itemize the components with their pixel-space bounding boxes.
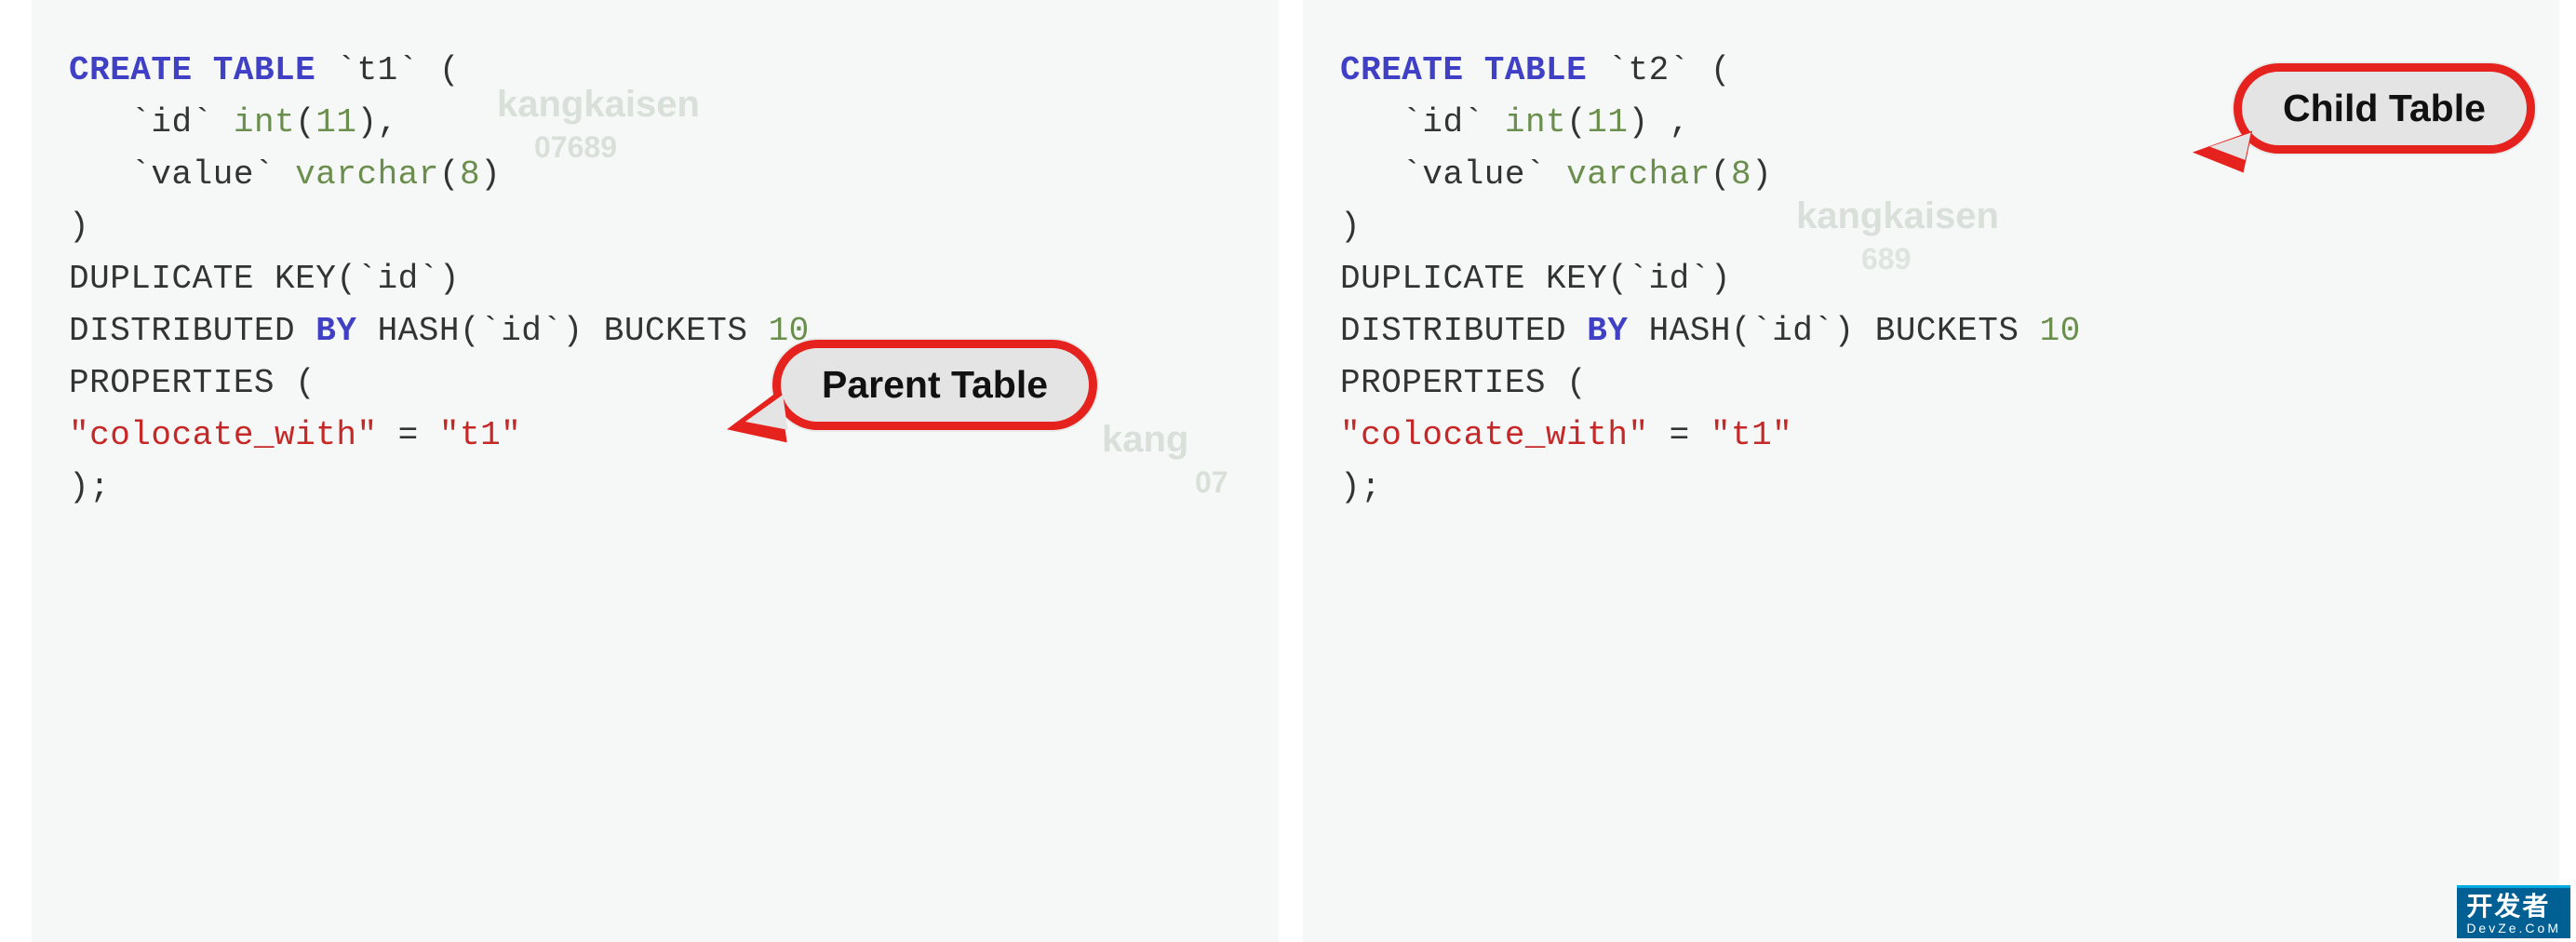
callout-parent-table: Parent Table bbox=[772, 340, 1097, 430]
site-logo: 开发者 DevZe.CoM bbox=[2457, 885, 2570, 938]
callout-child-table: Child Table bbox=[2234, 63, 2535, 154]
code-pane-left: kangkaisen 07689 kang 07 CREATE TABLE `t… bbox=[32, 0, 1279, 942]
callout-label: Child Table bbox=[2234, 63, 2535, 154]
logo-subtext: DevZe.CoM bbox=[2466, 922, 2561, 935]
logo-text: 开发者 bbox=[2466, 892, 2550, 921]
sql-code-left: CREATE TABLE `t1` ( `id` int(11), `value… bbox=[69, 45, 1241, 514]
callout-label: Parent Table bbox=[772, 340, 1097, 430]
callout-tail-inner bbox=[743, 395, 788, 436]
